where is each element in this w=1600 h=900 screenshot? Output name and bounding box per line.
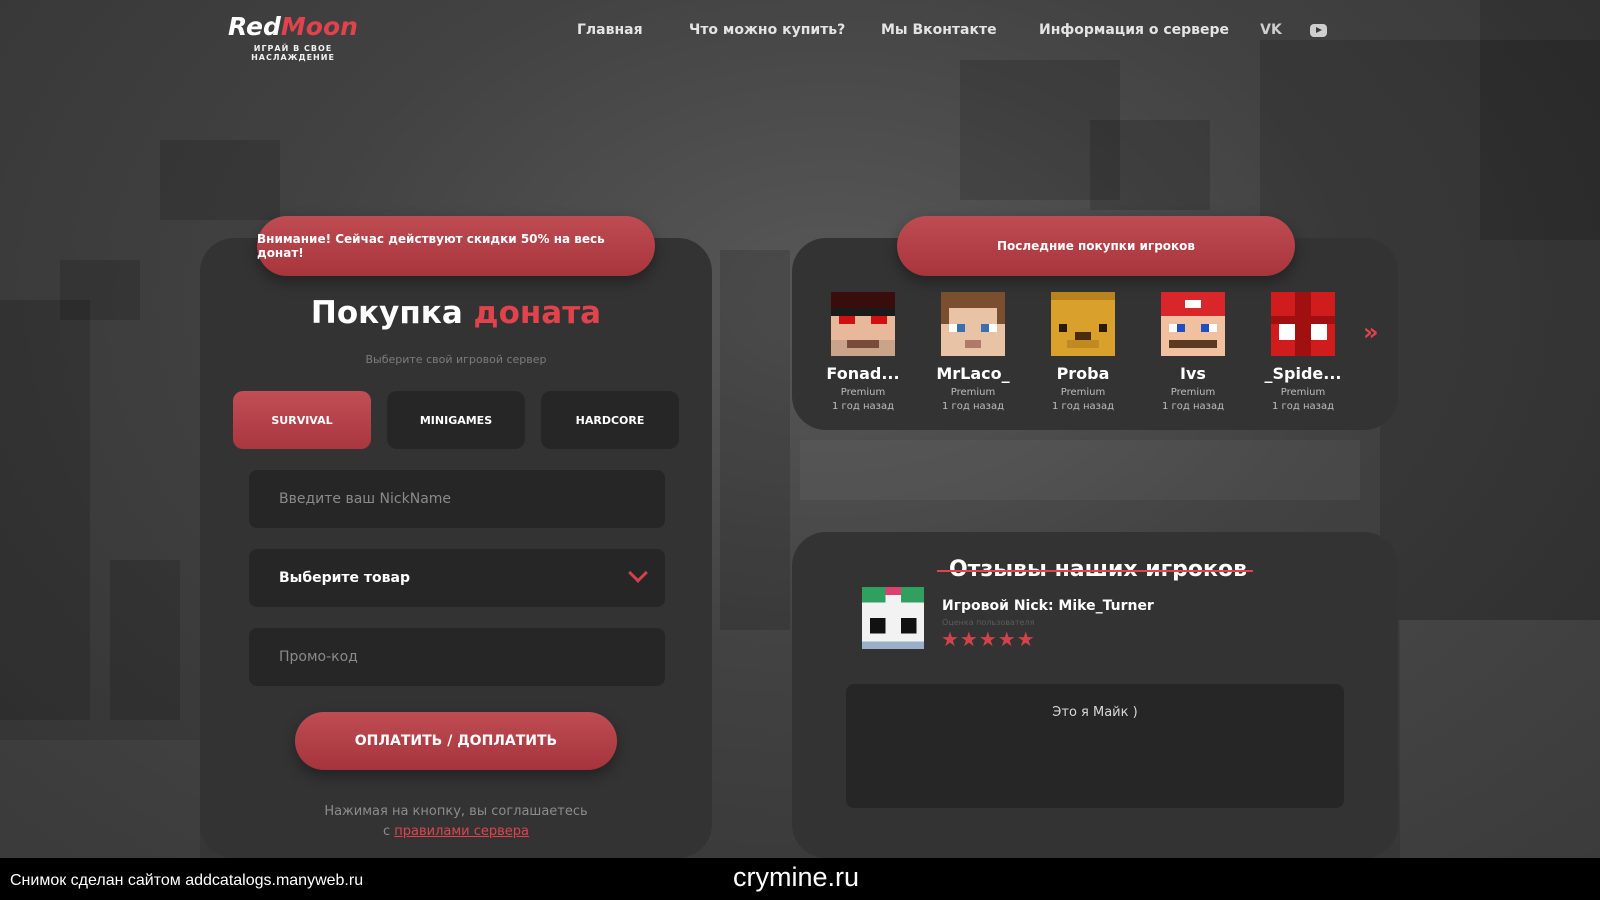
next-arrow-icon[interactable]: » bbox=[1363, 318, 1379, 346]
youtube-icon[interactable] bbox=[1310, 24, 1327, 37]
buyer-time: 1 год назад bbox=[1051, 401, 1115, 412]
review-text: Это я Майк ) bbox=[1052, 705, 1138, 720]
buyer-rank: Premium bbox=[1170, 387, 1216, 398]
buyer-rank: Premium bbox=[1060, 387, 1106, 398]
vk-icon[interactable]: VK bbox=[1260, 22, 1282, 38]
purchase-item[interactable]: Proba Premium 1 год назад bbox=[1038, 292, 1128, 412]
server-tab-hardcore[interactable]: HARDCORE bbox=[541, 391, 679, 449]
chevron-down-icon bbox=[628, 563, 648, 583]
nickname-input[interactable]: Введите ваш NickName bbox=[249, 470, 665, 528]
buyer-time: 1 год назад bbox=[831, 401, 895, 412]
buyer-name: Ivs bbox=[1180, 364, 1206, 383]
rating-label: Оценка пользователя bbox=[942, 618, 1035, 627]
buyer-time: 1 год назад bbox=[1271, 401, 1335, 412]
server-tab-survival[interactable]: SURVIVAL bbox=[233, 391, 371, 449]
server-tab-minigames[interactable]: MINIGAMES bbox=[387, 391, 525, 449]
avatar bbox=[831, 292, 895, 356]
purchase-item[interactable]: Fonad... Premium 1 год назад bbox=[818, 292, 908, 412]
avatar bbox=[941, 292, 1005, 356]
reviewer-avatar bbox=[862, 587, 924, 649]
product-select[interactable]: Выберите товар bbox=[249, 549, 665, 607]
buyer-rank: Premium bbox=[950, 387, 996, 398]
nav-server-info[interactable]: Информация о сервере bbox=[1039, 22, 1229, 44]
purchase-item[interactable]: MrLaco_ Premium 1 год назад bbox=[928, 292, 1018, 412]
nav-shop[interactable]: Что можно купить? bbox=[689, 22, 845, 44]
purchases-title: Последние покупки игроков bbox=[897, 216, 1295, 276]
logo-title: RedMoon bbox=[228, 12, 358, 41]
donate-subtitle: Выберите свой игровой сервер bbox=[365, 353, 547, 366]
buyer-time: 1 год назад bbox=[1161, 401, 1225, 412]
logo[interactable]: RedMoon ИГРАЙ В СВОЕ НАСЛАЖДЕНИЕ bbox=[213, 12, 373, 62]
avatar bbox=[1271, 292, 1335, 356]
avatar bbox=[1051, 292, 1115, 356]
review-text-box bbox=[846, 684, 1344, 808]
buyer-rank: Premium bbox=[840, 387, 886, 398]
avatar bbox=[1161, 292, 1225, 356]
buyer-name: MrLaco_ bbox=[936, 364, 1010, 383]
discount-banner: Внимание! Сейчас действуют скидки 50% на… bbox=[257, 216, 655, 276]
buyer-name: Fonad... bbox=[826, 364, 900, 383]
star-rating: ★★★★★ bbox=[941, 627, 1036, 651]
agreement-text: Нажимая на кнопку, вы соглашаетесь с пра… bbox=[324, 804, 588, 839]
purchase-item[interactable]: _Spide... Premium 1 год назад bbox=[1258, 292, 1348, 412]
nav-home[interactable]: Главная bbox=[577, 22, 643, 44]
donate-title: Покупка доната bbox=[310, 295, 602, 331]
reviews-title: Отзывы наших игроков bbox=[936, 557, 1254, 582]
promo-code-placeholder: Промо-код bbox=[279, 649, 358, 665]
buyer-name: Proba bbox=[1056, 364, 1110, 383]
promo-code-input[interactable]: Промо-код bbox=[249, 628, 665, 686]
nav-vk[interactable]: Мы Вконтакте bbox=[881, 22, 997, 44]
pay-button[interactable]: ОПЛАТИТЬ / ДОПЛАТИТЬ bbox=[295, 712, 617, 770]
product-select-value: Выберите товар bbox=[279, 570, 410, 586]
purchase-item[interactable]: Ivs Premium 1 год назад bbox=[1148, 292, 1238, 412]
footer-caption: Снимок сделан сайтом addcatalogs.manyweb… bbox=[10, 872, 364, 889]
nickname-placeholder: Введите ваш NickName bbox=[279, 491, 452, 507]
logo-tagline: ИГРАЙ В СВОЕ НАСЛАЖДЕНИЕ bbox=[251, 44, 335, 62]
buyer-rank: Premium bbox=[1280, 387, 1326, 398]
reviewer-nick: Игровой Nick: Mike_Turner bbox=[942, 598, 1154, 614]
server-rules-link[interactable]: правилами сервера bbox=[394, 824, 529, 839]
buyer-time: 1 год назад bbox=[941, 401, 1005, 412]
buyer-name: _Spide... bbox=[1264, 364, 1342, 383]
footer-site: crymine.ru bbox=[733, 862, 860, 892]
